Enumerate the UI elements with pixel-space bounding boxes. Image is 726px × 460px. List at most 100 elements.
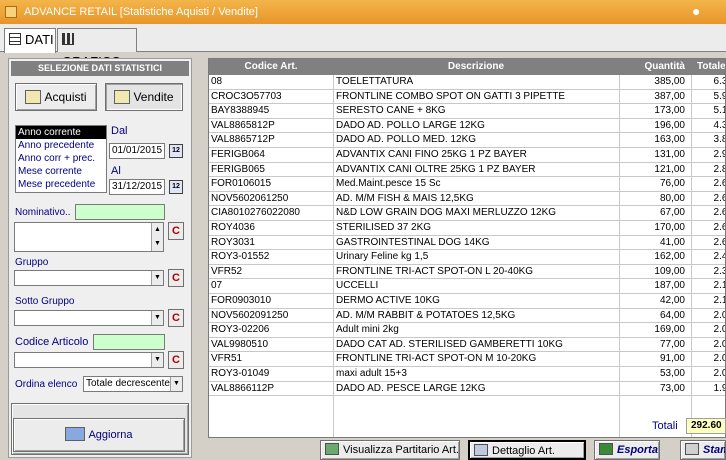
acquisti-button[interactable]: Acquisti: [15, 83, 97, 111]
table-icon: [9, 33, 21, 45]
table-row[interactable]: 08 TOELETTATURA 385,00 6.39: [209, 75, 725, 90]
chevron-down-icon[interactable]: ▼: [151, 311, 163, 325]
sotto-gruppo-combo[interactable]: ▼: [14, 310, 164, 326]
table-cell: 5.92: [713, 90, 725, 102]
table-cell: 2.65: [713, 192, 725, 204]
table-cell: DADO AD. POLLO MED. 12KG: [336, 134, 477, 146]
col-codice[interactable]: Codice Art.: [209, 59, 333, 75]
table-cell: FERIGB065: [211, 163, 265, 175]
table-cell: 2.63: [713, 207, 725, 219]
table-cell: 2.87: [713, 163, 725, 175]
table-row[interactable]: VAL8866112P DADO AD. PESCE LARGE 12KG 73,0…: [209, 382, 725, 397]
al-date-field[interactable]: 31/12/2015: [109, 179, 165, 195]
esporta-button[interactable]: Esporta: [594, 440, 660, 460]
table-cell: Urinary Feline kg 1,5: [336, 251, 429, 263]
aggiorna-button[interactable]: Aggiorna: [13, 418, 185, 452]
ordina-combo[interactable]: Totale decrescente ▼: [83, 376, 183, 392]
table-cell: 196,00: [654, 119, 685, 131]
period-item[interactable]: Mese corrente: [16, 165, 106, 178]
nominativo-list[interactable]: ▲ ▼: [14, 222, 164, 252]
stampa-button[interactable]: Stam: [680, 440, 726, 460]
table-cell: 173,00: [654, 105, 685, 117]
sales-icon: [114, 90, 131, 104]
chevron-down-icon[interactable]: ▼: [151, 271, 163, 285]
table-cell: 2.39: [713, 265, 725, 277]
table-cell: 121,00: [654, 163, 685, 175]
table-row[interactable]: VFR52 FRONTLINE TRI-ACT SPOT-ON L 20-40KG…: [209, 265, 725, 280]
stats-table[interactable]: Codice Art. Descrizione Quantità Totale …: [208, 58, 726, 438]
table-row[interactable]: VAL8865812P DADO AD. POLLO LARGE 12KG 196,…: [209, 119, 725, 134]
vendite-button[interactable]: Vendite: [105, 83, 183, 111]
table-cell: TOELETTATURA: [336, 76, 414, 87]
scroll-arrows-icon[interactable]: ▲ ▼: [151, 223, 163, 251]
table-row[interactable]: VFR51 FRONTLINE TRI-ACT SPOT-ON M 10-20KG…: [209, 352, 725, 367]
table-row[interactable]: VAL9980510 DADO CAT AD. STERILISED GAMBER…: [209, 338, 725, 353]
codice-articolo-input[interactable]: [93, 334, 165, 350]
table-cell: VAL9980510: [211, 338, 269, 350]
table-row[interactable]: FERIGB065 ADVANTIX CANI OLTRE 25KG 1 PZ B…: [209, 163, 725, 178]
title-bar: ADVANCE RETAIL [Statistiche Aquisti / Ve…: [0, 0, 726, 24]
table-row[interactable]: NOV5602091250 AD. M/M RABBIT & POTATOES 1…: [209, 309, 725, 324]
gruppo-combo[interactable]: ▼: [14, 270, 164, 286]
table-cell: 64,00: [659, 309, 685, 321]
table-row[interactable]: CROC3O57703 FRONTLINE COMBO SPOT ON GATTI…: [209, 90, 725, 105]
period-list[interactable]: Anno corrente Anno precedente Anno corr …: [15, 125, 107, 193]
period-item[interactable]: Mese precedente: [16, 178, 106, 191]
table-cell: FRONTLINE COMBO SPOT ON GATTI 3 PIPETTE: [336, 90, 566, 102]
col-totale[interactable]: Totale: [691, 59, 725, 75]
table-cell: Med.Maint.pesce 15 Sc: [336, 178, 441, 190]
tab-grafico[interactable]: GRAFICO: [57, 28, 137, 69]
sotto-gruppo-clear-button[interactable]: C: [168, 309, 184, 327]
codice-articolo-combo[interactable]: ▼: [14, 352, 164, 368]
dal-calendar-icon[interactable]: 12: [169, 144, 183, 158]
table-row[interactable]: ROY3031 GASTROINTESTINAL DOG 14KG 41,00 2.6…: [209, 236, 725, 251]
table-row[interactable]: ROY3-01552 Urinary Feline kg 1,5 162,00 2.4…: [209, 250, 725, 265]
table-row[interactable]: BAY8388945 SERESTO CANE + 8KG 173,00 5.13: [209, 104, 725, 119]
table-row[interactable]: FOR0903010 DERMO ACTIVE 10KG 42,00 2.10: [209, 294, 725, 309]
period-item[interactable]: Anno precedente: [16, 139, 106, 152]
window-menu-icon[interactable]: ●: [692, 4, 700, 18]
table-cell: ROY3-01552: [211, 251, 270, 263]
period-item[interactable]: Anno corr + prec.: [16, 152, 106, 165]
table-cell: ROY3031: [211, 236, 255, 248]
refresh-area: Aggiorna: [11, 403, 189, 455]
table-row[interactable]: 07 UCCELLI 187,00 2.12: [209, 279, 725, 294]
period-item[interactable]: Anno corrente: [16, 126, 106, 139]
table-cell: VAL8865812P: [211, 119, 275, 131]
gruppo-clear-button[interactable]: C: [168, 269, 184, 287]
nominativo-input[interactable]: [75, 204, 165, 220]
table-row[interactable]: FOR0106015 Med.Maint.pesce 15 Sc 76,00 2.65: [209, 177, 725, 192]
selection-panel: SELEZIONE DATI STATISTICI Acquisti Vendi…: [8, 58, 192, 458]
tab-dati[interactable]: DATI: [4, 28, 56, 53]
table-cell: NOV5602091250: [211, 309, 289, 321]
table-cell: 169,00: [654, 324, 685, 336]
table-cell: 2.60: [713, 236, 725, 248]
table-row[interactable]: ROY3-01049 maxi adult 15+3 53,00 2.03: [209, 367, 725, 382]
chevron-down-icon[interactable]: ▼: [170, 377, 182, 391]
window-title: ADVANCE RETAIL [Statistiche Aquisti / Ve…: [24, 6, 258, 18]
table-row[interactable]: ROY3-02206 Adult mini 2kg 169,00 2.07: [209, 323, 725, 338]
col-descrizione[interactable]: Descrizione: [333, 59, 619, 75]
nominativo-clear-button[interactable]: C: [168, 222, 184, 240]
table-row[interactable]: FERIGB064 ADVANTIX CANI FINO 25KG 1 PZ BA…: [209, 148, 725, 163]
ordina-value: Totale decrescente: [86, 378, 170, 389]
partitario-button[interactable]: Visualizza Partitario Art.: [320, 440, 460, 460]
table-row[interactable]: VAL8865712P DADO AD. POLLO MED. 12KG 163,0…: [209, 133, 725, 148]
table-row[interactable]: NOV5602061250 AD. M/M FISH & MAIS 12,5KG 8…: [209, 192, 725, 207]
codice-articolo-clear-button[interactable]: C: [168, 351, 184, 369]
partitario-label: Visualizza Partitario Art.: [343, 444, 459, 456]
table-row[interactable]: ROY4036 STERILISED 37 2KG 170,00 2.60: [209, 221, 725, 236]
table-cell: NOV5602061250: [211, 192, 289, 204]
dettaglio-label: Dettaglio Art.: [492, 445, 555, 457]
table-cell: GASTROINTESTINAL DOG 14KG: [336, 236, 490, 248]
chevron-down-icon[interactable]: ▼: [151, 353, 163, 367]
table-cell: DERMO ACTIVE 10KG: [336, 295, 440, 306]
table-header: Codice Art. Descrizione Quantità Totale: [209, 59, 725, 75]
col-quantita[interactable]: Quantità: [619, 59, 689, 75]
table-row[interactable]: CIA8010276022080 N&D LOW GRAIN DOG MAXI M…: [209, 206, 725, 221]
al-calendar-icon[interactable]: 12: [169, 180, 183, 194]
table-cell: ADVANTIX CANI OLTRE 25KG 1 PZ BAYER: [336, 163, 536, 175]
dal-date-field[interactable]: 01/01/2015: [109, 143, 165, 159]
table-cell: 2.12: [713, 280, 725, 292]
dettaglio-button[interactable]: Dettaglio Art.: [468, 440, 586, 460]
